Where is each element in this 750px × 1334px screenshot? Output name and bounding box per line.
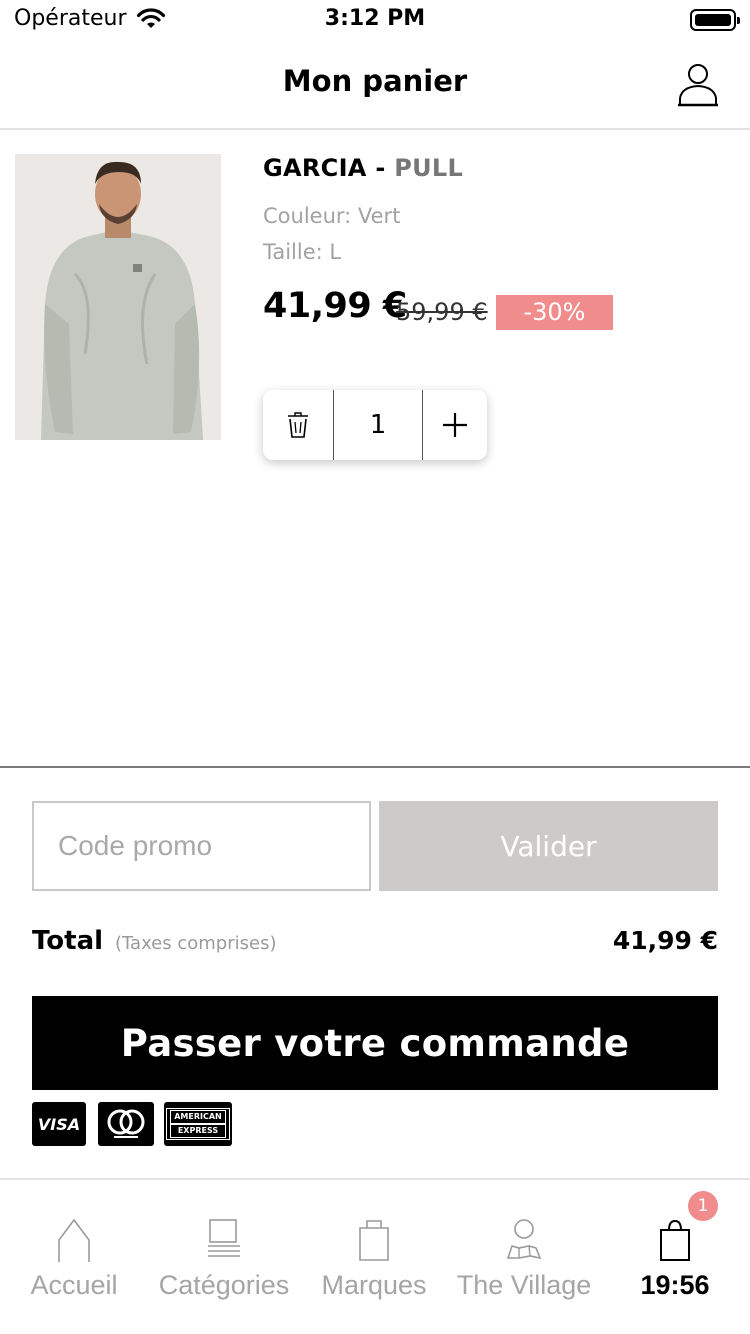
product-price: 41,99 € bbox=[263, 286, 407, 326]
tab-cart-label: 19:56 bbox=[640, 1270, 710, 1300]
increase-quantity-button[interactable] bbox=[423, 390, 487, 460]
tab-brands[interactable]: Marques bbox=[300, 1180, 448, 1310]
product-size: Taille: L bbox=[263, 240, 342, 264]
page-title: Mon panier bbox=[282, 64, 468, 98]
product-image[interactable] bbox=[15, 154, 221, 440]
account-icon bbox=[678, 64, 718, 107]
quantity-stepper: 1 bbox=[263, 390, 487, 460]
amex-label-line2: EXPRESS bbox=[170, 1124, 226, 1138]
promo-code-input[interactable] bbox=[32, 801, 371, 891]
tab-the-village[interactable]: The Village bbox=[448, 1180, 600, 1310]
total-tax-note: (Taxes comprises) bbox=[115, 933, 277, 954]
total-value: 41,99 € bbox=[612, 926, 718, 955]
place-order-button[interactable]: Passer votre commande bbox=[32, 996, 718, 1090]
tab-home[interactable]: Accueil bbox=[0, 1180, 148, 1310]
amex-card-icon: AMERICAN EXPRESS bbox=[164, 1102, 232, 1146]
tab-home-label: Accueil bbox=[30, 1270, 118, 1300]
navigation-header: Mon panier bbox=[0, 40, 750, 130]
validate-promo-button[interactable]: Valider bbox=[379, 801, 718, 891]
amex-label-line1: AMERICAN bbox=[170, 1110, 226, 1124]
village-map-icon bbox=[506, 1219, 542, 1260]
section-divider bbox=[0, 766, 750, 768]
cart-bag-icon bbox=[660, 1219, 690, 1261]
trash-icon bbox=[288, 412, 308, 438]
visa-label: VISA bbox=[37, 1114, 81, 1134]
shopping-bag-icon bbox=[359, 1220, 389, 1261]
tab-categories[interactable]: Catégories bbox=[148, 1180, 300, 1310]
product-photo bbox=[15, 154, 221, 440]
cart-count-badge: 1 bbox=[688, 1191, 718, 1221]
categories-icon bbox=[208, 1219, 240, 1257]
plus-icon bbox=[443, 413, 467, 437]
quantity-value: 1 bbox=[369, 410, 387, 440]
tab-the-village-label: The Village bbox=[456, 1270, 592, 1300]
status-bar: Opérateur 3:12 PM bbox=[0, 0, 750, 40]
account-button[interactable] bbox=[672, 60, 724, 112]
tab-cart[interactable]: 19:56 bbox=[600, 1180, 750, 1310]
remove-item-button[interactable] bbox=[263, 390, 333, 460]
product-title[interactable]: GARCIA - PULL bbox=[263, 154, 463, 182]
status-time: 3:12 PM bbox=[324, 6, 426, 31]
mastercard-icon bbox=[98, 1102, 154, 1146]
tab-brands-label: Marques bbox=[321, 1270, 427, 1300]
product-old-price: 59,99 € bbox=[396, 298, 488, 326]
battery-icon bbox=[690, 9, 740, 31]
product-brand: GARCIA bbox=[263, 154, 367, 182]
product-color: Couleur: Vert bbox=[263, 204, 401, 228]
discount-badge: -30% bbox=[496, 295, 613, 330]
home-icon bbox=[58, 1218, 90, 1262]
tab-bar: Accueil Catégories Marques The Village 1… bbox=[0, 1178, 750, 1334]
tab-categories-label: Catégories bbox=[158, 1270, 290, 1300]
product-title-separator: - bbox=[366, 154, 395, 182]
product-type: PULL bbox=[394, 154, 464, 182]
visa-card-icon: VISA bbox=[32, 1102, 86, 1146]
total-label: Total bbox=[32, 926, 104, 956]
